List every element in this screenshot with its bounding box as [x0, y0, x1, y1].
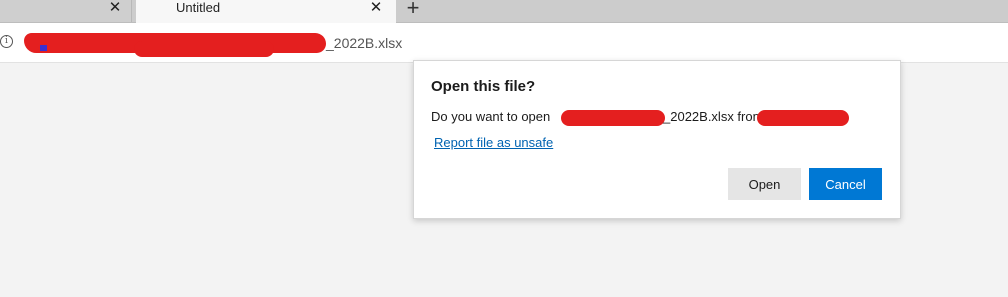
redacted-filename: [561, 110, 665, 126]
tab-strip: ✕ Untitled ✕ +: [0, 0, 1008, 23]
cancel-button[interactable]: Cancel: [809, 168, 882, 200]
info-icon[interactable]: i: [0, 35, 13, 48]
tab-title: Untitled: [176, 0, 221, 15]
url-text[interactable]: _2022B.xlsx: [326, 35, 402, 51]
message-file-suffix: _2022B.xlsx from: [663, 109, 764, 124]
dialog-message: Do you want to open _2022B.xlsx from: [431, 109, 891, 127]
redacted-url: [24, 33, 326, 57]
url-marker: [40, 45, 47, 51]
dialog-title: Open this file?: [431, 78, 536, 95]
tab-background[interactable]: ✕: [0, 0, 132, 22]
report-unsafe-link[interactable]: Report file as unsafe: [434, 135, 553, 150]
address-bar[interactable]: i _2022B.xlsx: [0, 23, 1008, 63]
message-prefix: Do you want to open: [431, 109, 551, 124]
redacted-source: [757, 110, 849, 126]
new-tab-icon[interactable]: +: [402, 0, 424, 20]
close-icon[interactable]: ✕: [105, 0, 125, 18]
tab-untitled[interactable]: Untitled ✕: [136, 0, 396, 23]
open-button[interactable]: Open: [728, 168, 801, 200]
open-file-dialog: Open this file? Do you want to open _202…: [413, 60, 901, 219]
close-icon[interactable]: ✕: [366, 0, 386, 18]
